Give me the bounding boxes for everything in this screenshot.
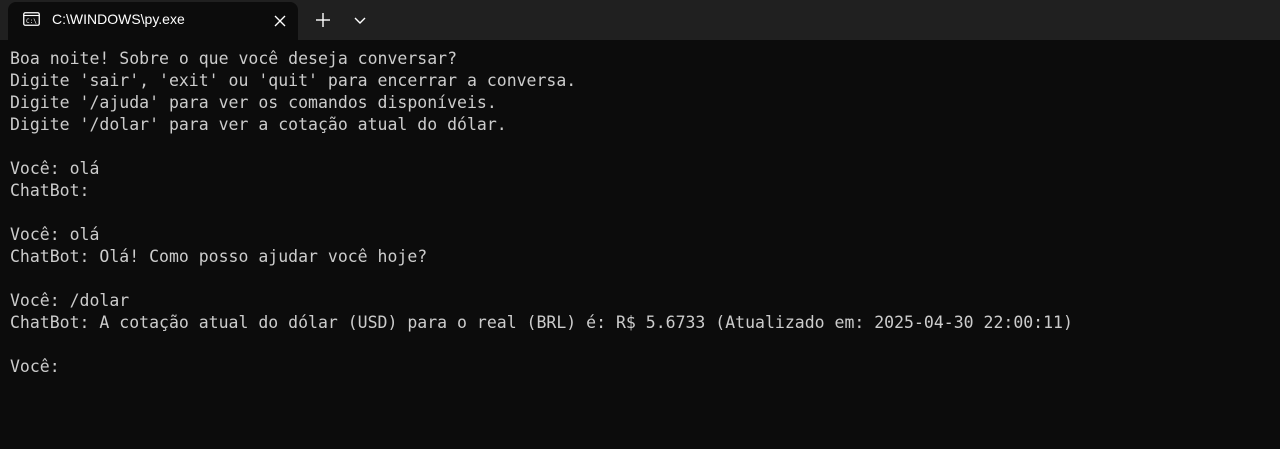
console-line: ChatBot: <box>10 181 90 200</box>
chevron-down-icon[interactable] <box>350 10 370 30</box>
console-line: ChatBot: Olá! Como posso ajudar você hoj… <box>10 247 428 266</box>
console-line: Você: olá <box>10 225 100 244</box>
tab-bar: C:\ C:\WINDOWS\py.exe <box>0 0 1280 40</box>
plus-icon[interactable] <box>311 8 335 32</box>
console-line: Boa noite! Sobre o que você deseja conve… <box>10 49 458 68</box>
terminal-icon: C:\ <box>23 12 40 26</box>
console-output[interactable]: Boa noite! Sobre o que você deseja conve… <box>0 40 1280 449</box>
console-line: ChatBot: A cotação atual do dólar (USD) … <box>10 313 1073 332</box>
terminal-window: C:\ C:\WINDOWS\py.exe Boa noite! Sobre o… <box>0 0 1280 449</box>
console-line: Você: /dolar <box>10 291 130 310</box>
console-line: Digite '/dolar' para ver a cotação atual… <box>10 115 507 134</box>
tab-title: C:\WINDOWS\py.exe <box>52 11 185 27</box>
tab-py-exe[interactable]: C:\ C:\WINDOWS\py.exe <box>8 2 298 40</box>
console-line: Digite 'sair', 'exit' ou 'quit' para enc… <box>10 71 577 90</box>
console-line: Você: olá <box>10 159 100 178</box>
close-icon[interactable] <box>270 11 290 31</box>
console-line: Digite '/ajuda' para ver os comandos dis… <box>10 93 497 112</box>
svg-text:C:\: C:\ <box>26 18 37 25</box>
console-prompt: Você: <box>10 357 60 376</box>
